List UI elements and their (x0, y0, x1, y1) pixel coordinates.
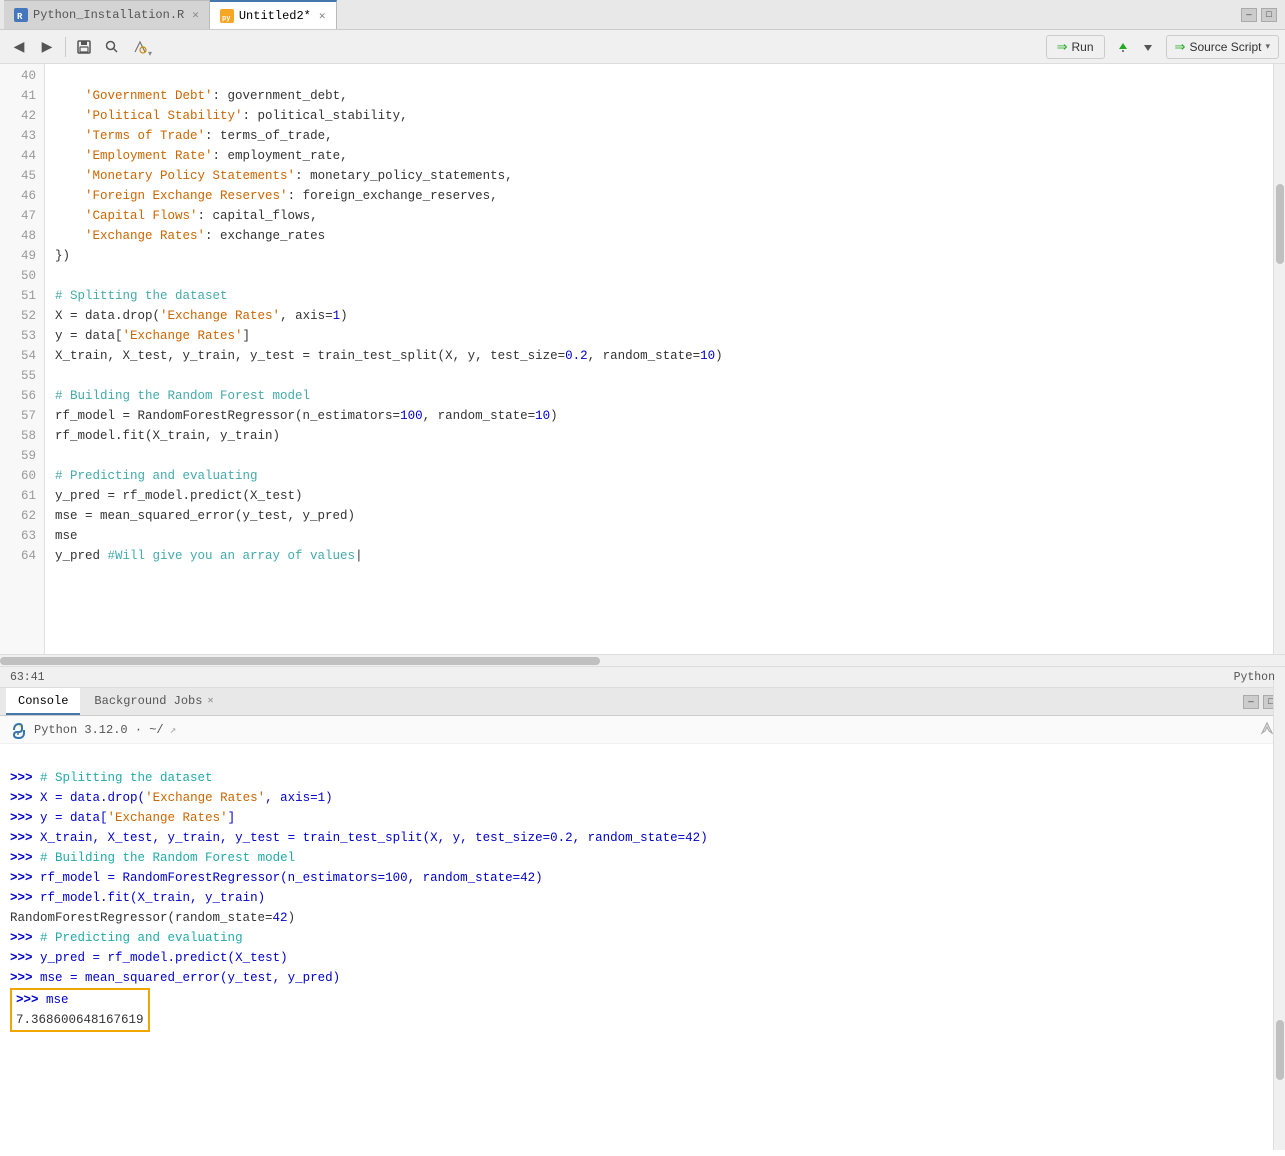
console-scrollbar-thumb[interactable] (1276, 1020, 1284, 1080)
line-48: }) (55, 249, 70, 263)
tab1-close[interactable]: ✕ (192, 8, 199, 22)
magic-btn[interactable]: ▾ (127, 34, 153, 60)
scrollbar-thumb-h[interactable] (0, 657, 600, 665)
line-numbers: 40 41 42 43 44 45 46 47 48 49 50 51 52 5… (0, 64, 45, 654)
nav-arrows (1111, 34, 1160, 60)
tab-untitled2[interactable]: py Untitled2* ✕ (210, 0, 337, 29)
console-line-11: >>> mse = mean_squared_error(y_test, y_p… (10, 971, 340, 985)
line-53: X_train, X_test, y_train, y_test = train… (55, 349, 723, 363)
line-42: 'Terms of Trade': terms_of_trade, (55, 129, 333, 143)
source-arrow-icon: ⇒ (1175, 39, 1186, 55)
py-file-icon: py (220, 9, 234, 23)
editor-window-controls: — □ (1241, 8, 1281, 22)
line-47: 'Exchange Rates': exchange_rates (55, 229, 325, 243)
console-line-5: >>> # Building the Random Forest model (10, 851, 295, 865)
console-header-left: Python 3.12.0 · ~/ ↗ (10, 721, 176, 739)
line-46: 'Capital Flows': capital_flows, (55, 209, 318, 223)
tab-python-installation[interactable]: R Python_Installation.R ✕ (4, 0, 210, 29)
line-63: y_pred #Will give you an array of values… (55, 549, 363, 563)
go-to-dir-icon[interactable]: ↗ (170, 723, 177, 737)
run-button[interactable]: ⇒ Run (1046, 35, 1105, 59)
language-indicator[interactable]: Python (1234, 671, 1275, 684)
source-script-button[interactable]: ⇒ Source Script ▾ (1166, 35, 1279, 59)
line-58 (55, 449, 63, 463)
svg-text:R: R (17, 12, 23, 22)
console-output[interactable]: >>> # Splitting the dataset >>> X = data… (0, 744, 1285, 1156)
status-bar: 63:41 Python (0, 666, 1285, 688)
python-version: Python 3.12.0 · ~/ (34, 723, 164, 737)
console-header: Python 3.12.0 · ~/ ↗ (0, 716, 1285, 744)
horizontal-scrollbar[interactable] (0, 654, 1285, 666)
toolbar-right: ⇒ Run ⇒ Source Script ▾ (1046, 34, 1279, 60)
code-editor[interactable]: 'Government Debt': government_debt, 'Pol… (45, 64, 1273, 654)
console-scrollbar[interactable] (1273, 680, 1285, 1150)
console-line-3: >>> y = data['Exchange Rates'] (10, 811, 235, 825)
line-61: mse = mean_squared_error(y_test, y_pred) (55, 509, 355, 523)
line-54 (55, 369, 63, 383)
svg-text:py: py (222, 15, 231, 23)
toolbar-left: ◀ ▶ ▾ (6, 34, 153, 60)
save-btn[interactable] (71, 34, 97, 60)
back-btn[interactable]: ◀ (6, 34, 32, 60)
source-dropdown-icon[interactable]: ▾ (1265, 41, 1270, 52)
console-line-4: >>> X_train, X_test, y_train, y_test = t… (10, 831, 708, 845)
console-tab[interactable]: Console (6, 688, 80, 715)
scrollbar-thumb[interactable] (1276, 184, 1284, 264)
editor-toolbar: ◀ ▶ ▾ ⇒ Run (0, 30, 1285, 64)
toolbar-sep1 (65, 37, 66, 57)
console-mse-highlighted: >>> mse 7.368600648167619 (10, 1013, 150, 1049)
tab2-label: Untitled2* (239, 9, 311, 23)
line-64 (55, 569, 63, 583)
console-line-7: >>> rf_model.fit(X_train, y_train) (10, 891, 265, 905)
bg-jobs-label: Background Jobs (94, 694, 202, 708)
mse-value: 7.368600648167619 (16, 1013, 144, 1027)
line-62: mse (55, 529, 78, 543)
run-down-btn[interactable] (1136, 34, 1160, 60)
console-tab-bar: Console Background Jobs ✕ — □ (0, 688, 1285, 716)
line-50: # Splitting the dataset (55, 289, 228, 303)
line-52: y = data['Exchange Rates'] (55, 329, 250, 343)
line-49 (55, 269, 63, 283)
vertical-scrollbar[interactable] (1273, 64, 1285, 654)
bg-jobs-tab[interactable]: Background Jobs ✕ (82, 688, 225, 715)
console-line-1: >>> # Splitting the dataset (10, 771, 213, 785)
line-57: rf_model.fit(X_train, y_train) (55, 429, 280, 443)
r-file-icon: R (14, 8, 28, 22)
run-up-btn[interactable] (1111, 34, 1135, 60)
editor-area: 40 41 42 43 44 45 46 47 48 49 50 51 52 5… (0, 64, 1285, 654)
line-59: # Predicting and evaluating (55, 469, 258, 483)
line-51: X = data.drop('Exchange Rates', axis=1) (55, 309, 348, 323)
line-41: 'Political Stability': political_stabili… (55, 109, 408, 123)
console-line-6: >>> rf_model = RandomForestRegressor(n_e… (10, 871, 543, 885)
tab1-label: Python_Installation.R (33, 8, 184, 22)
line-45: 'Foreign Exchange Reserves': foreign_exc… (55, 189, 498, 203)
console-line-10: >>> y_pred = rf_model.predict(X_test) (10, 951, 288, 965)
minimize-console-btn[interactable]: — (1243, 695, 1259, 709)
line-60: y_pred = rf_model.predict(X_test) (55, 489, 303, 503)
line-56: rf_model = RandomForestRegressor(n_estim… (55, 409, 558, 423)
line-55: # Building the Random Forest model (55, 389, 310, 403)
run-arrow-icon: ⇒ (1057, 39, 1068, 55)
search-btn[interactable] (99, 34, 125, 60)
line-40: 'Government Debt': government_debt, (55, 89, 348, 103)
console-tabs: Console Background Jobs ✕ (6, 688, 225, 715)
python-snake-icon (10, 721, 28, 739)
console-line-9: >>> # Predicting and evaluating (10, 931, 243, 945)
editor-tab-bar: R Python_Installation.R ✕ py Untitled2* … (0, 0, 1285, 30)
source-label: Source Script (1189, 40, 1261, 54)
minimize-editor-btn[interactable]: — (1241, 8, 1257, 22)
maximize-editor-btn[interactable]: □ (1261, 8, 1277, 22)
console-line-2: >>> X = data.drop('Exchange Rates', axis… (10, 791, 333, 805)
cursor-position: 63:41 (10, 671, 45, 684)
editor-tabs: R Python_Installation.R ✕ py Untitled2* … (4, 0, 337, 29)
line-43: 'Employment Rate': employment_rate, (55, 149, 348, 163)
run-label: Run (1072, 40, 1094, 54)
forward-btn[interactable]: ▶ (34, 34, 60, 60)
console-tab-label: Console (18, 694, 68, 708)
console-line-8: RandomForestRegressor(random_state=42) (10, 911, 295, 925)
console-section: Console Background Jobs ✕ — □ (0, 688, 1285, 1156)
line-44: 'Monetary Policy Statements': monetary_p… (55, 169, 513, 183)
tab2-close[interactable]: ✕ (319, 9, 326, 23)
bg-jobs-close[interactable]: ✕ (207, 695, 213, 707)
